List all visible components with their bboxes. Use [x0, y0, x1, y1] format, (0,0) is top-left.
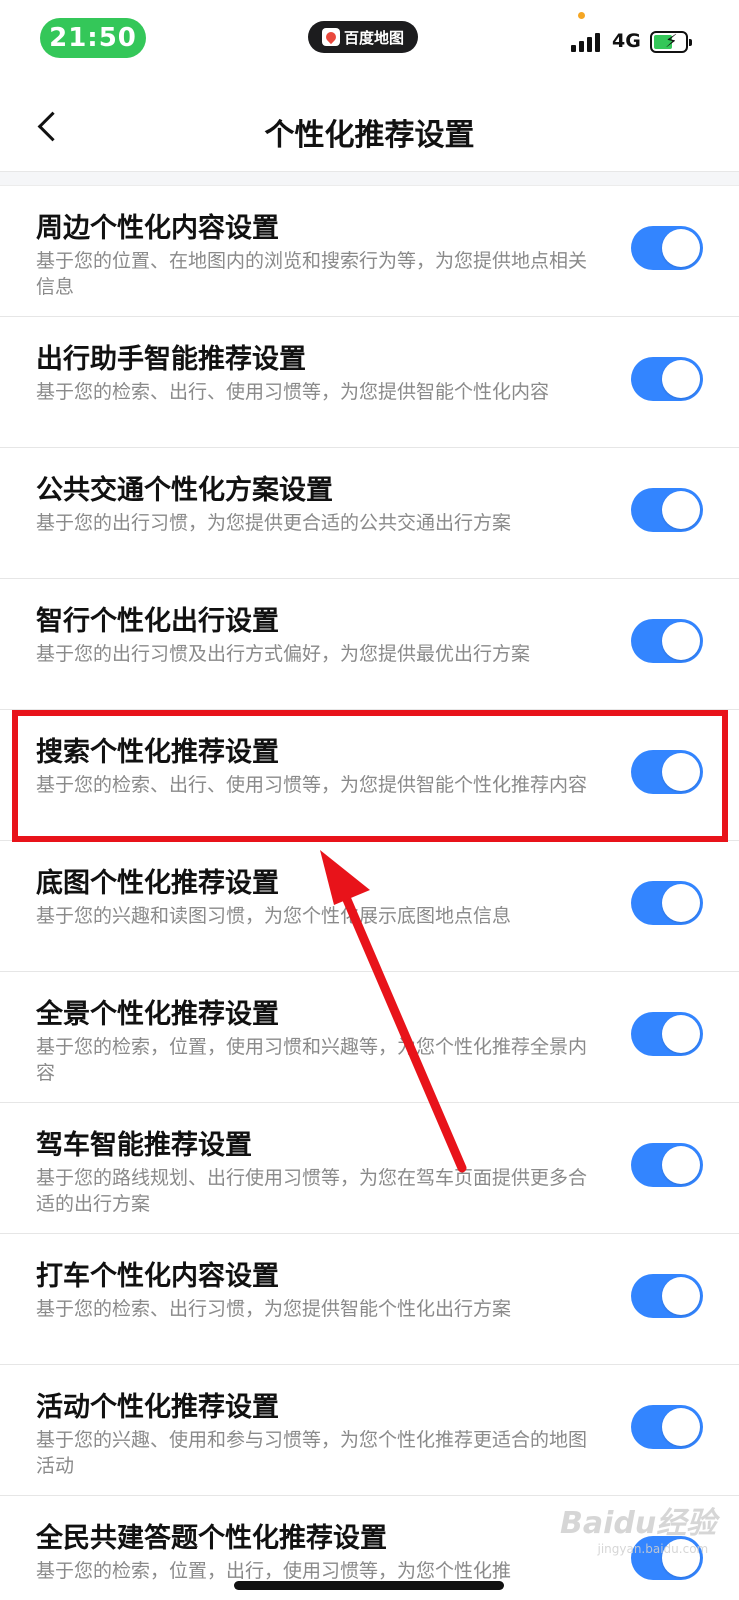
setting-description: 基于您的出行习惯，为您提供更合适的公共交通出行方案 — [36, 512, 512, 534]
setting-toggle[interactable] — [631, 1405, 703, 1449]
toggle-knob — [662, 1015, 700, 1053]
setting-row: 驾车智能推荐设置基于您的路线规划、出行使用习惯等，为您在驾车页面提供更多合适的出… — [0, 1103, 739, 1234]
setting-description: 基于您的兴趣和读图习惯，为您个性化展示底图地点信息 — [36, 905, 512, 927]
setting-toggle[interactable] — [631, 750, 703, 794]
setting-toggle[interactable] — [631, 619, 703, 663]
setting-description: 基于您的检索、出行、使用习惯等，为您提供智能个性化内容 — [36, 381, 550, 403]
section-divider — [0, 172, 739, 186]
setting-title: 打车个性化内容设置 — [36, 1261, 279, 1292]
watermark-url: jingyan.baidu.com — [597, 1542, 709, 1556]
setting-title: 周边个性化内容设置 — [36, 213, 279, 244]
setting-row: 底图个性化推荐设置基于您的兴趣和读图习惯，为您个性化展示底图地点信息 — [0, 841, 739, 972]
setting-title: 出行助手智能推荐设置 — [36, 344, 306, 375]
setting-toggle[interactable] — [631, 357, 703, 401]
setting-row: 活动个性化推荐设置基于您的兴趣、使用和参与习惯等，为您个性化推荐更适合的地图活动 — [0, 1365, 739, 1496]
toggle-knob — [662, 360, 700, 398]
setting-row: 出行助手智能推荐设置基于您的检索、出行、使用习惯等，为您提供智能个性化内容 — [0, 317, 739, 448]
baidu-jingyan-watermark: Baidu经验 jingyan.baidu.com — [560, 1498, 716, 1556]
setting-title: 底图个性化推荐设置 — [36, 868, 279, 899]
signal-strength-icon — [571, 32, 600, 52]
setting-title: 全民共建答题个性化推荐设置 — [36, 1523, 387, 1554]
setting-row: 全景个性化推荐设置基于您的检索，位置，使用习惯和兴趣等，为您个性化推荐全景内容 — [0, 972, 739, 1103]
battery-icon: ⚡ — [650, 31, 692, 53]
setting-row: 周边个性化内容设置基于您的位置、在地图内的浏览和搜索行为等，为您提供地点相关信息 — [0, 186, 739, 317]
setting-toggle[interactable] — [631, 881, 703, 925]
setting-row: 公共交通个性化方案设置基于您的出行习惯，为您提供更合适的公共交通出行方案 — [0, 448, 739, 579]
app-name: 百度地图 — [343, 28, 404, 47]
setting-description: 基于您的出行习惯及出行方式偏好，为您提供最优出行方案 — [36, 643, 531, 665]
toggle-knob — [662, 229, 700, 267]
setting-description: 基于您的路线规划、出行使用习惯等，为您在驾车页面提供更多合适的出行方案 — [36, 1167, 588, 1215]
setting-toggle[interactable] — [631, 1274, 703, 1318]
setting-description: 基于您的位置、在地图内的浏览和搜索行为等，为您提供地点相关信息 — [36, 250, 588, 298]
setting-title: 驾车智能推荐设置 — [36, 1130, 252, 1161]
setting-row: 打车个性化内容设置基于您的检索、出行习惯，为您提供智能个性化出行方案 — [0, 1234, 739, 1365]
setting-title: 公共交通个性化方案设置 — [36, 475, 333, 506]
nav-bar: 个性化推荐设置 — [0, 80, 739, 172]
settings-list: 周边个性化内容设置基于您的位置、在地图内的浏览和搜索行为等，为您提供地点相关信息… — [0, 186, 739, 1600]
toggle-knob — [662, 884, 700, 922]
status-time: 21:50 — [40, 18, 146, 58]
setting-title: 活动个性化推荐设置 — [36, 1392, 279, 1423]
setting-toggle[interactable] — [631, 1012, 703, 1056]
page-title: 个性化推荐设置 — [264, 118, 475, 153]
toggle-knob — [662, 491, 700, 529]
privacy-dot-icon — [578, 12, 585, 19]
status-bar: 21:50 百度地图 4G ⚡ — [0, 0, 739, 80]
setting-toggle[interactable] — [631, 1143, 703, 1187]
app-indicator[interactable]: 百度地图 — [308, 21, 418, 53]
watermark-brand: Baidu经验 — [560, 1506, 717, 1541]
setting-description: 基于您的检索、出行、使用习惯等，为您提供智能个性化推荐内容 — [36, 774, 588, 796]
toggle-knob — [662, 1146, 700, 1184]
setting-row: 搜索个性化推荐设置基于您的检索、出行、使用习惯等，为您提供智能个性化推荐内容 — [0, 710, 739, 841]
toggle-knob — [662, 753, 700, 791]
network-type: 4G — [612, 30, 641, 52]
setting-toggle[interactable] — [631, 226, 703, 270]
setting-title: 搜索个性化推荐设置 — [36, 737, 279, 768]
setting-description: 基于您的检索，位置，使用习惯和兴趣等，为您个性化推荐全景内容 — [36, 1036, 588, 1084]
baidu-map-logo-icon — [321, 28, 340, 46]
setting-description: 基于您的兴趣、使用和参与习惯等，为您个性化推荐更适合的地图活动 — [36, 1429, 588, 1477]
toggle-knob — [662, 1277, 700, 1315]
home-indicator[interactable] — [234, 1581, 504, 1590]
setting-title: 智行个性化出行设置 — [36, 606, 279, 637]
setting-title: 全景个性化推荐设置 — [36, 999, 279, 1030]
toggle-knob — [662, 622, 700, 660]
setting-row: 智行个性化出行设置基于您的出行习惯及出行方式偏好，为您提供最优出行方案 — [0, 579, 739, 710]
setting-description: 基于您的检索、出行习惯，为您提供智能个性化出行方案 — [36, 1298, 512, 1320]
toggle-knob — [662, 1408, 700, 1446]
setting-toggle[interactable] — [631, 488, 703, 532]
